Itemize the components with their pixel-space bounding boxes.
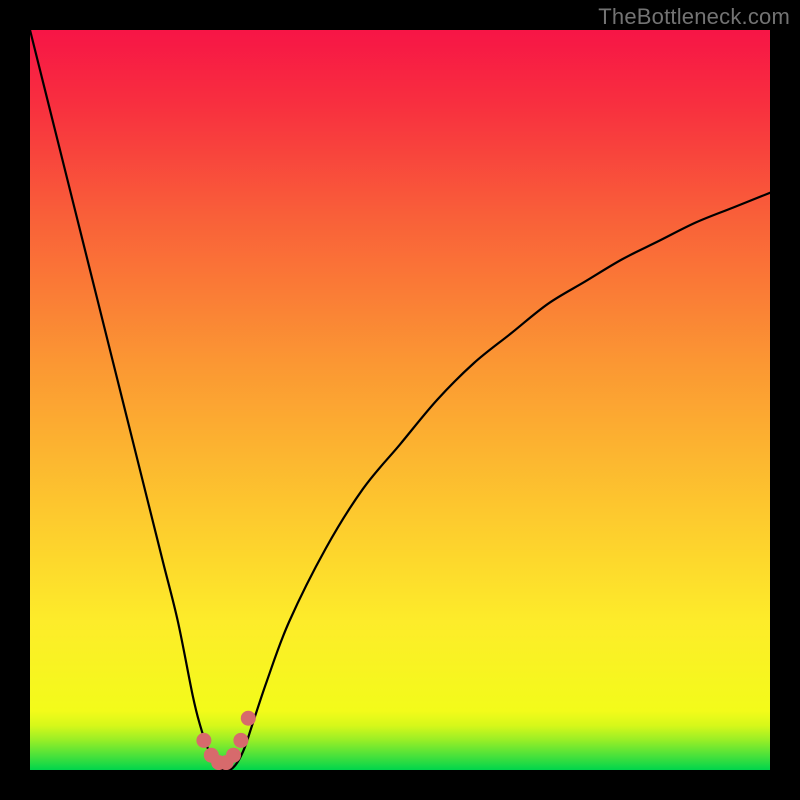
bottleneck-curve — [30, 30, 770, 770]
marker-dot — [196, 733, 211, 748]
chart-container: TheBottleneck.com — [0, 0, 800, 800]
curve-layer — [30, 30, 770, 770]
marker-dot — [241, 711, 256, 726]
watermark-text: TheBottleneck.com — [598, 4, 790, 30]
marker-dots — [196, 711, 255, 770]
marker-dot — [233, 733, 248, 748]
marker-dot — [226, 748, 241, 763]
plot-area — [30, 30, 770, 770]
